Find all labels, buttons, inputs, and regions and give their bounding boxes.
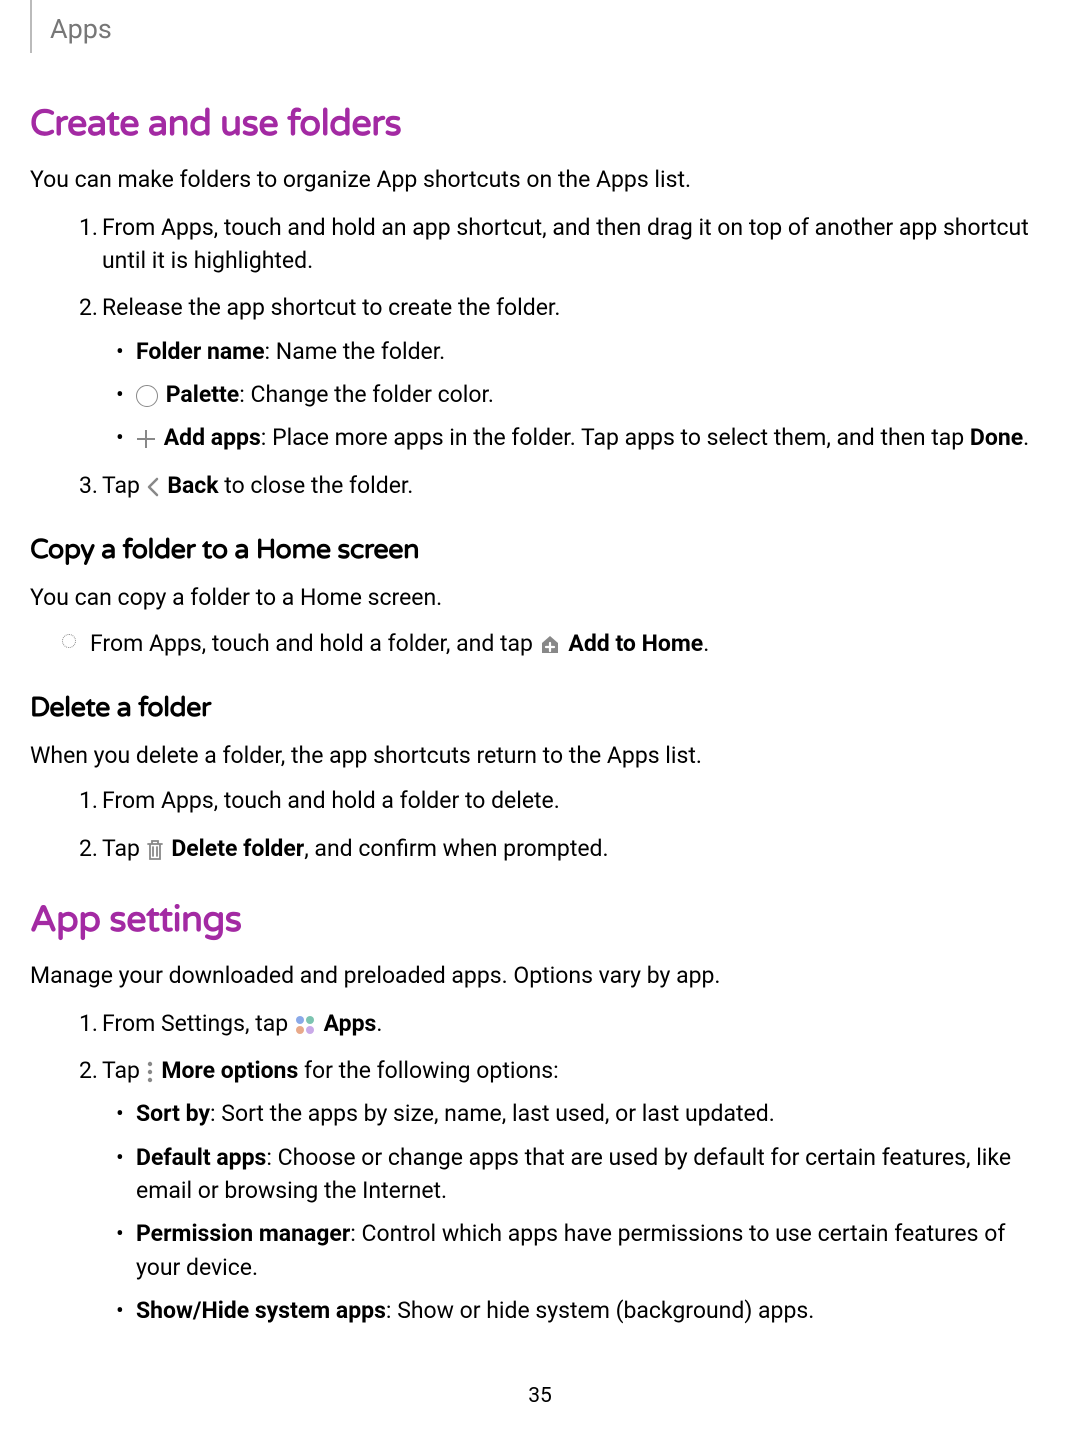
list-item: Palette: Change the folder color. [136, 378, 1050, 411]
step-text: : Place more apps in the folder. Tap app… [261, 424, 970, 451]
steps-list: From Settings, tap Apps. Tap More option… [30, 1007, 1050, 1328]
intro-text: When you delete a folder, the app shortc… [30, 739, 1050, 772]
list-item: Folder name: Name the folder. [136, 335, 1050, 368]
list-item: From Apps, touch and hold a folder, and … [90, 627, 1050, 660]
add-apps-label: Add apps [164, 424, 261, 451]
more-options-label: More options [161, 1057, 298, 1084]
add-home-label: Add to Home [568, 630, 703, 657]
step-text: : Change the folder color. [239, 381, 494, 408]
sort-by-label: Sort by [136, 1100, 210, 1127]
step-text: From Apps, touch and hold a folder, and … [90, 630, 539, 657]
list-item: From Apps, touch and hold a folder to de… [102, 784, 1050, 817]
breadcrumb-label: Apps [50, 13, 112, 45]
step-text: : Name the folder. [265, 338, 446, 365]
opt-text: : Choose or change apps that are used by… [136, 1144, 1011, 1204]
done-label: Done [970, 424, 1023, 451]
options-list: Sort by: Sort the apps by size, name, la… [102, 1097, 1050, 1327]
sub-bullets: Folder name: Name the folder. Palette: C… [102, 335, 1050, 455]
folder-name-label: Folder name [136, 338, 265, 365]
opt-text: : Show or hide system (background) apps. [386, 1297, 814, 1324]
step-text: From Apps, touch and hold an app shortcu… [102, 214, 1029, 274]
list-item: Tap More options for the following optio… [102, 1054, 1050, 1327]
palette-icon [136, 385, 158, 407]
subheading-delete-folder: Delete a folder [30, 688, 1050, 727]
step-text: Release the app shortcut to create the f… [102, 294, 560, 321]
list-item: Show/Hide system apps: Show or hide syst… [136, 1294, 1050, 1327]
step-text: Tap [102, 1057, 146, 1084]
step-text: . [1023, 424, 1029, 451]
breadcrumb: Apps [30, 0, 1050, 53]
step-text: for the following options: [298, 1057, 558, 1084]
step-text: , and confirm when prompted. [304, 835, 608, 862]
step-text: From Apps, touch and hold a folder to de… [102, 787, 560, 814]
list-item: Sort by: Sort the apps by size, name, la… [136, 1097, 1050, 1130]
circle-bullet-list: From Apps, touch and hold a folder, and … [30, 627, 1050, 660]
more-options-icon [146, 1061, 154, 1083]
show-hide-system-label: Show/Hide system apps [136, 1297, 386, 1324]
list-item: Add apps: Place more apps in the folder.… [136, 421, 1050, 454]
list-item: Default apps: Choose or change apps that… [136, 1141, 1050, 1208]
section-heading-create-folders: Create and use folders [30, 99, 1050, 151]
apps-label: Apps [324, 1010, 377, 1037]
list-item: Permission manager: Control which apps h… [136, 1217, 1050, 1284]
trash-icon [146, 839, 164, 861]
subheading-copy-folder: Copy a folder to a Home screen [30, 530, 1050, 569]
palette-label: Palette [166, 381, 240, 408]
default-apps-label: Default apps [136, 1144, 266, 1171]
intro-text: You can copy a folder to a Home screen. [30, 581, 1050, 614]
back-icon [146, 477, 160, 497]
list-item: Tap Delete folder, and confirm when prom… [102, 832, 1050, 865]
intro-text: You can make folders to organize App sho… [30, 163, 1050, 196]
plus-icon [136, 429, 156, 449]
steps-list: From Apps, touch and hold an app shortcu… [30, 211, 1050, 502]
circle-bullet-icon [62, 634, 76, 648]
section-heading-app-settings: App settings [30, 895, 1050, 947]
list-item: From Apps, touch and hold an app shortcu… [102, 211, 1050, 278]
apps-icon [294, 1014, 316, 1036]
list-item: Release the app shortcut to create the f… [102, 291, 1050, 454]
list-item: Tap Back to close the folder. [102, 469, 1050, 502]
step-text: Tap [102, 472, 146, 499]
delete-folder-label: Delete folder [171, 835, 304, 862]
add-home-icon [539, 633, 561, 655]
list-item: From Settings, tap Apps. [102, 1007, 1050, 1040]
step-text: to close the folder. [219, 472, 414, 499]
intro-text: Manage your downloaded and preloaded app… [30, 959, 1050, 992]
step-text: From Settings, tap [102, 1010, 294, 1037]
permission-manager-label: Permission manager [136, 1220, 350, 1247]
step-text: Tap [102, 835, 146, 862]
steps-list: From Apps, touch and hold a folder to de… [30, 784, 1050, 865]
step-text: . [376, 1010, 382, 1037]
opt-text: : Sort the apps by size, name, last used… [210, 1100, 775, 1127]
back-label: Back [167, 472, 218, 499]
step-text: . [703, 630, 709, 657]
